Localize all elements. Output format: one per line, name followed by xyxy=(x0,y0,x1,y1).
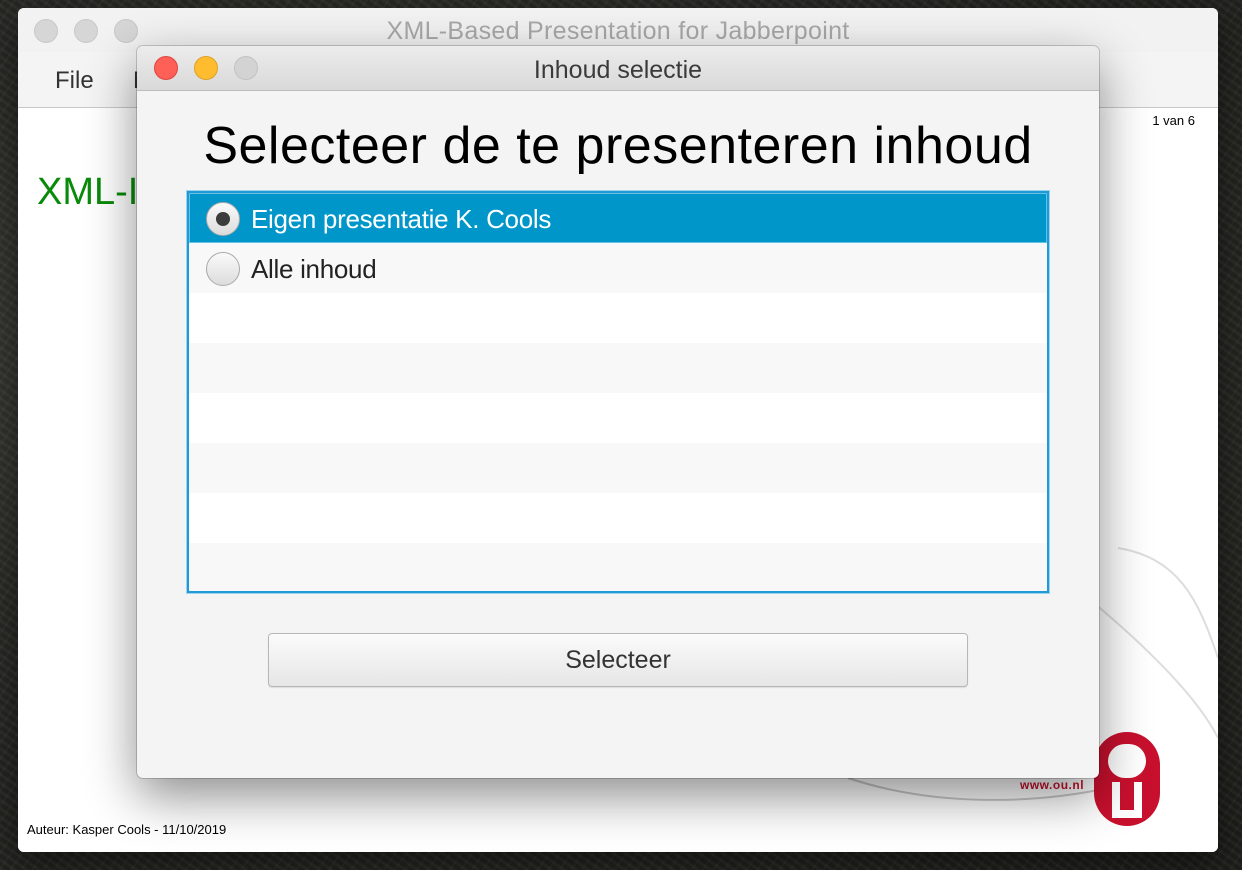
dialog-title: Inhoud selectie xyxy=(533,56,703,84)
list-item-own-presentation[interactable]: Eigen presentatie K. Cools xyxy=(189,193,1047,243)
list-empty-row xyxy=(189,543,1047,591)
dialog-heading: Selecteer de te presenteren inhoud xyxy=(203,117,1033,175)
slide-counter: 1 van 6 xyxy=(1152,113,1195,128)
radio-button-selected[interactable] xyxy=(206,202,240,236)
main-window-title: XML-Based Presentation for Jabberpoint xyxy=(386,17,850,45)
radio-button[interactable] xyxy=(206,252,240,286)
list-empty-row xyxy=(189,343,1047,393)
list-empty-row xyxy=(189,393,1047,443)
list-item-label: Alle inhoud xyxy=(251,254,377,284)
list-item-label: Eigen presentatie K. Cools xyxy=(251,204,552,234)
radio-dot xyxy=(216,212,230,226)
ou-logo xyxy=(1094,732,1160,826)
content-option-list[interactable]: Eigen presentatie K. Cools Alle inhoud xyxy=(187,191,1049,593)
select-button[interactable]: Selecteer xyxy=(268,633,968,687)
list-empty-row xyxy=(189,493,1047,543)
list-empty-row xyxy=(189,443,1047,493)
content-selection-dialog: Inhoud selectie Selecteer de te presente… xyxy=(137,46,1099,778)
slide-author: Auteur: Kasper Cools - 11/10/2019 xyxy=(27,822,227,837)
list-item-all-content[interactable]: Alle inhoud xyxy=(189,243,1047,293)
list-empty-row xyxy=(189,293,1047,343)
dialog-titlebar: Inhoud selectie xyxy=(137,46,1099,91)
ou-url-text: www.ou.nl xyxy=(1020,778,1085,792)
slide-title: XML-I xyxy=(37,171,139,213)
menu-file[interactable]: File xyxy=(55,67,94,95)
